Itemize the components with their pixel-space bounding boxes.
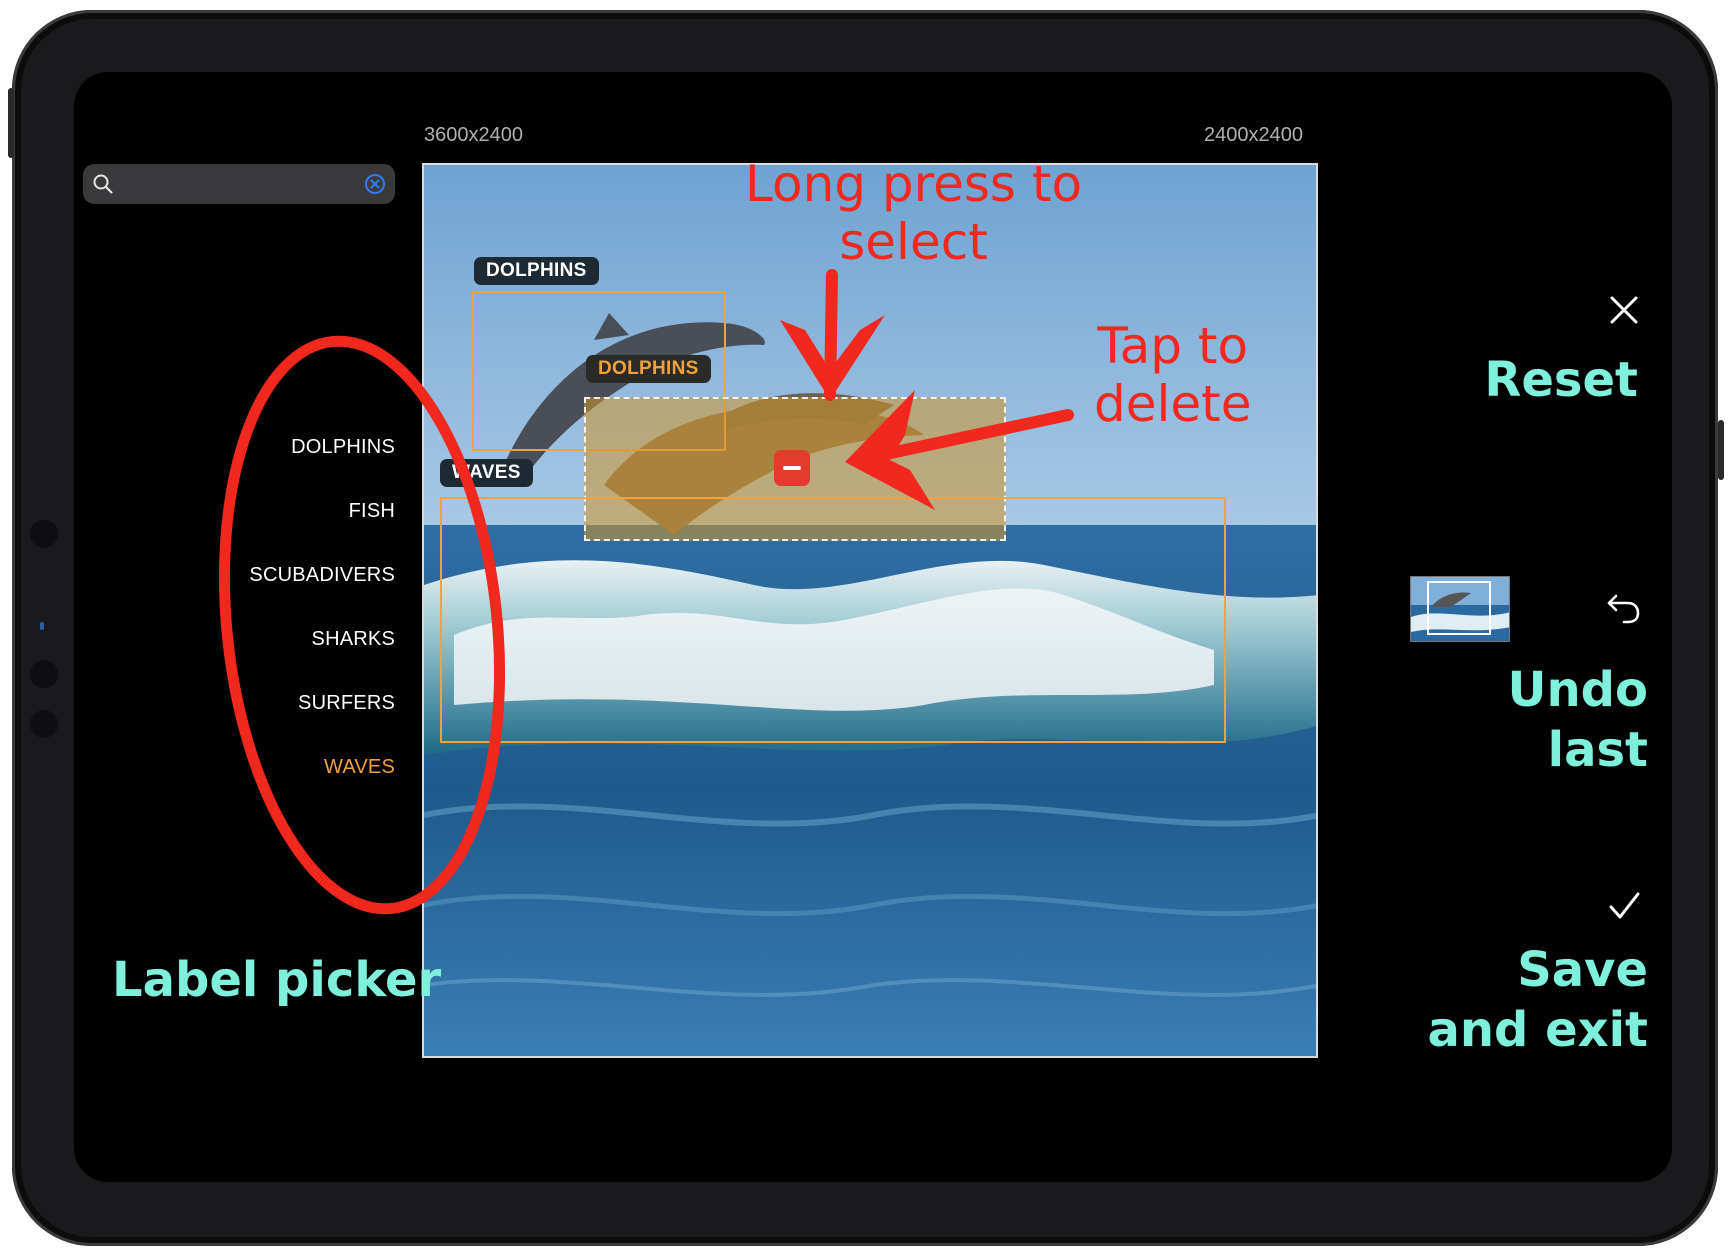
annotation-tag-dolphins: DOLPHINS: [474, 257, 599, 285]
original-size-label: 3600x2400: [424, 124, 523, 146]
annotation-tag-dolphins-selected: DOLPHINS: [586, 355, 711, 383]
checkmark-icon[interactable]: [1604, 886, 1644, 926]
camera-dot: [30, 710, 58, 738]
label-item-fish[interactable]: FISH: [180, 500, 395, 523]
side-button: [8, 88, 14, 158]
callout-long-press-line1: Long press to: [745, 155, 1083, 213]
callout-tap-delete: Tap to delete: [1094, 317, 1252, 433]
indicator-led: [40, 622, 44, 630]
label-item-dolphins[interactable]: DOLPHINS: [180, 436, 395, 459]
label-item-surfers[interactable]: SURFERS: [180, 692, 395, 715]
minimap-thumbnail[interactable]: [1410, 576, 1510, 642]
search-icon: [93, 174, 113, 194]
callout-save-line1: Save: [1517, 942, 1648, 998]
callout-save-line2: and exit: [1427, 1002, 1648, 1058]
minimap-viewport: [1427, 581, 1491, 635]
label-item-waves[interactable]: WAVES: [180, 756, 395, 779]
callout-undo-line1: Undo: [1507, 662, 1648, 718]
callout-tap-delete-line2: delete: [1094, 374, 1252, 433]
callout-undo: Undo last: [1508, 660, 1648, 780]
label-item-scubadivers[interactable]: SCUBADIVERS: [180, 564, 395, 587]
annotation-box-waves[interactable]: [440, 497, 1226, 743]
camera-dot: [30, 520, 58, 548]
callout-long-press-line2: select: [839, 212, 988, 271]
search-input[interactable]: [123, 170, 347, 200]
callout-reset: Reset: [1484, 352, 1638, 408]
annotation-tag-waves: WAVES: [440, 459, 533, 487]
camera-dot: [30, 660, 58, 688]
close-icon[interactable]: [1604, 290, 1644, 330]
crop-size-label: 2400x2400: [1204, 124, 1303, 146]
label-item-sharks[interactable]: SHARKS: [180, 628, 395, 651]
undo-icon[interactable]: [1604, 588, 1644, 628]
clear-search-icon[interactable]: [363, 172, 387, 196]
callout-long-press: Long press to select: [745, 155, 1083, 271]
image-canvas[interactable]: DOLPHINS DOLPHINS WAVES: [422, 163, 1318, 1058]
delete-annotation-button[interactable]: [774, 450, 810, 486]
callout-save: Save and exit: [1427, 940, 1648, 1060]
callout-label-picker: Label picker: [112, 952, 442, 1008]
search-bar[interactable]: [83, 164, 395, 204]
callout-undo-line2: last: [1547, 722, 1648, 778]
side-button: [1718, 420, 1724, 480]
callout-tap-delete-line1: Tap to: [1097, 317, 1249, 375]
